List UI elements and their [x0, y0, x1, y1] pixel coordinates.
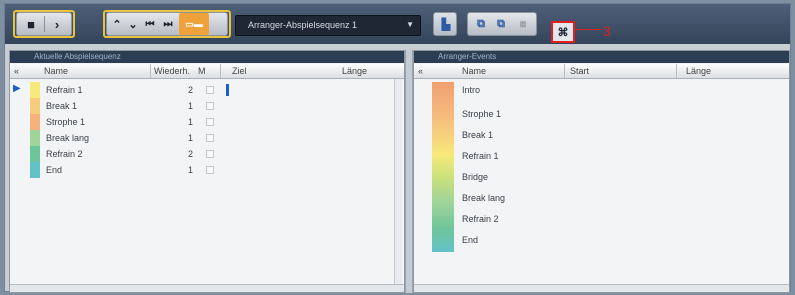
jump-icon: ⌘	[557, 26, 569, 39]
row-name: Refrain 1	[462, 151, 499, 161]
row-name: End	[462, 235, 479, 245]
cursor-marker	[226, 84, 229, 96]
header-length[interactable]: Länge	[342, 66, 367, 76]
row-repeats: 1	[188, 101, 194, 111]
table-row[interactable]: Break lang	[414, 190, 784, 206]
separator	[44, 16, 45, 32]
panel-title: Aktuelle Abspielsequenz	[10, 51, 404, 63]
row-name: Bridge	[462, 172, 489, 182]
header-expand: «	[14, 66, 20, 76]
row-name: Break 1	[462, 130, 494, 140]
color-swatch	[30, 162, 40, 178]
stop-icon[interactable]: ■	[20, 13, 42, 35]
row-name: Intro	[462, 85, 481, 95]
table-row[interactable]: Refrain 2 2	[10, 146, 390, 162]
arranger-window: ■ › ⌃ ⌄ ⏮ ⏭ ▭▬ Arranger-Abspielsequenz 1…	[4, 3, 791, 293]
header-mode[interactable]: M	[198, 66, 206, 76]
table-row[interactable]: Strophe 1 1	[10, 114, 390, 130]
row-repeats: 2	[188, 85, 194, 95]
mode-checkbox[interactable]	[206, 86, 214, 94]
row-name: Strophe 1	[46, 117, 86, 127]
header-name[interactable]: Name	[44, 66, 68, 76]
event-color-stripe	[432, 82, 454, 252]
header-repeats[interactable]: Wiederh.	[154, 66, 190, 76]
table-row[interactable]: Strophe 1	[414, 106, 784, 122]
panel-splitter[interactable]	[405, 50, 413, 293]
next-chain-icon[interactable]: ⏭	[159, 13, 177, 35]
callout-line	[575, 29, 601, 30]
row-repeats: 2	[188, 149, 194, 159]
row-name: Break lang	[462, 193, 506, 203]
header-expand: «	[418, 66, 424, 76]
flatten-icon: ▙	[441, 18, 451, 31]
row-name: Refrain 2	[462, 214, 499, 224]
table-row[interactable]: Break 1	[414, 127, 784, 143]
header-target[interactable]: Ziel	[232, 66, 247, 76]
paste-icon[interactable]: ⧈	[514, 13, 532, 35]
color-swatch	[30, 146, 40, 162]
callout-number: 3	[603, 23, 611, 39]
table-row[interactable]: Refrain 1	[414, 148, 784, 164]
play-indicator-icon: ▶	[13, 83, 21, 94]
select-icon[interactable]: ⧉	[472, 13, 490, 35]
table-header: « Name Wiederh. M Ziel Länge	[10, 64, 404, 79]
mode-checkbox[interactable]	[206, 150, 214, 158]
row-name: Break 1	[46, 101, 78, 111]
row-name: Refrain 2	[46, 149, 83, 159]
separator	[564, 64, 565, 78]
move-down-icon[interactable]: ⌄	[125, 13, 141, 35]
mode-checkbox[interactable]	[206, 118, 214, 126]
navigation-group: ⌃ ⌄ ⏮ ⏭ ▭▬	[106, 12, 228, 36]
row-repeats: 1	[188, 117, 194, 127]
table-row[interactable]: Bridge	[414, 169, 784, 185]
transport-group: ■ ›	[16, 12, 72, 36]
color-swatch	[30, 82, 40, 98]
separator	[220, 64, 221, 78]
arranger-mode-icon[interactable]: ▭▬	[179, 13, 209, 35]
current-chain-panel: Aktuelle Abspielsequenz « Name Wiederh. …	[9, 50, 405, 293]
row-name: End	[46, 165, 63, 175]
table-row[interactable]: Break 1 1	[10, 98, 390, 114]
color-swatch	[30, 130, 40, 146]
color-swatch	[30, 98, 40, 114]
previous-chain-icon[interactable]: ⏮	[141, 13, 159, 35]
copy-icon[interactable]: ⧉	[492, 13, 510, 35]
row-name: Refrain 1	[46, 85, 83, 95]
panel-title: Arranger-Events	[414, 51, 789, 63]
row-name: Strophe 1	[462, 109, 502, 119]
table-row[interactable]: Break lang 1	[10, 130, 390, 146]
play-icon[interactable]: ›	[46, 13, 68, 35]
table-row[interactable]: End	[414, 232, 784, 248]
table-row[interactable]: Refrain 2	[414, 211, 784, 227]
horizontal-scrollbar[interactable]	[414, 284, 789, 292]
mode-checkbox[interactable]	[206, 134, 214, 142]
mode-checkbox[interactable]	[206, 166, 214, 174]
chevron-down-icon: ▼	[406, 20, 414, 29]
row-repeats: 1	[188, 165, 194, 175]
separator	[150, 64, 151, 78]
arranger-events-panel: Arranger-Events « Name Start Länge Intro…	[413, 50, 790, 293]
move-up-icon[interactable]: ⌃	[109, 13, 125, 35]
header-length[interactable]: Länge	[686, 66, 711, 76]
mode-checkbox[interactable]	[206, 102, 214, 110]
separator	[676, 64, 677, 78]
row-repeats: 1	[188, 133, 194, 143]
table-header: « Name Start Länge	[414, 64, 789, 79]
flatten-chain-button[interactable]: ▙	[433, 12, 457, 36]
arranger-chain-label: Arranger-Abspielsequenz 1	[248, 20, 358, 30]
toolbar: ■ › ⌃ ⌄ ⏮ ⏭ ▭▬ Arranger-Abspielsequenz 1…	[5, 4, 790, 44]
header-start[interactable]: Start	[570, 66, 589, 76]
edit-group: ⧉ ⧉ ⧈	[467, 12, 537, 36]
table-row[interactable]: ▶ Refrain 1 2	[10, 82, 390, 98]
vertical-scrollbar[interactable]	[394, 79, 402, 284]
jump-mode-button[interactable]: ⌘	[551, 21, 575, 43]
row-name: Break lang	[46, 133, 90, 143]
table-row[interactable]: End 1	[10, 162, 390, 178]
horizontal-scrollbar[interactable]	[10, 284, 404, 292]
header-name[interactable]: Name	[462, 66, 486, 76]
color-swatch	[30, 114, 40, 130]
table-row[interactable]: Intro	[414, 82, 784, 98]
arranger-chain-dropdown[interactable]: Arranger-Abspielsequenz 1 ▼	[235, 15, 421, 36]
